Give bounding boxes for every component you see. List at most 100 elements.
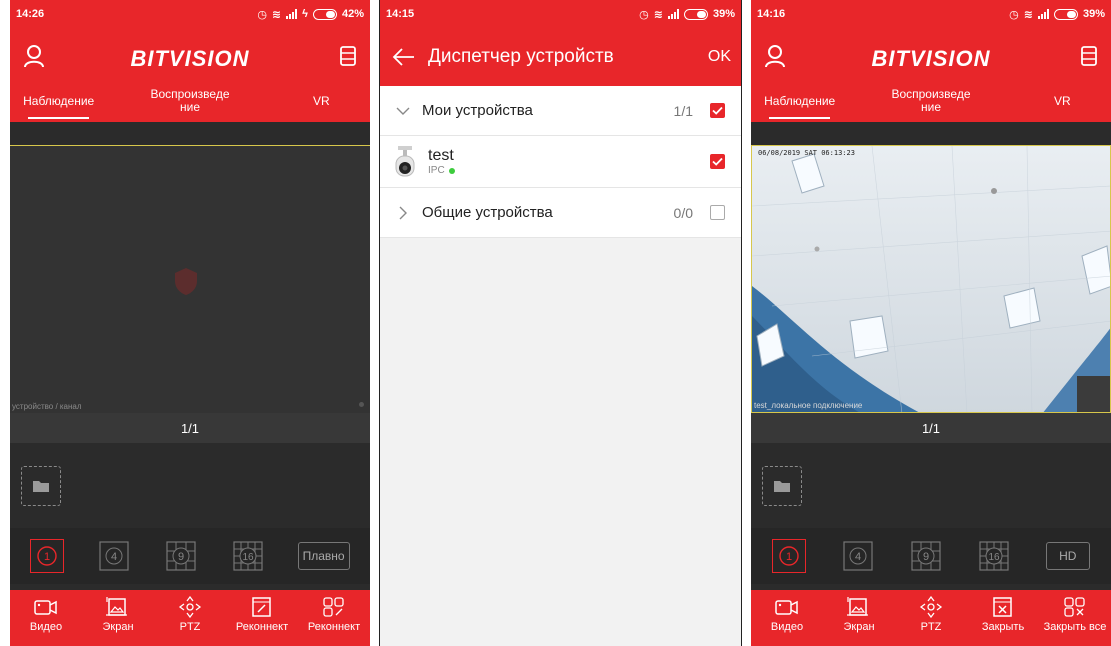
video-icon bbox=[34, 600, 57, 615]
folder-button[interactable] bbox=[21, 466, 61, 506]
ptz-button[interactable]: PTZ bbox=[154, 590, 226, 646]
brand-logo: BITVISION bbox=[130, 46, 250, 71]
close-button[interactable]: Закрыть bbox=[967, 590, 1039, 646]
video-window[interactable]: устройство / канал bbox=[10, 145, 370, 413]
phone-screen-device-manager: 14:15 ◷ ≋ 39% Диспетчер устройств OK Мои… bbox=[379, 0, 742, 646]
app-header: BITVISION Наблюдение Воспроизведе ние VR bbox=[10, 28, 370, 122]
wifi-icon: ≋ bbox=[1023, 8, 1033, 21]
device-name: test bbox=[428, 147, 454, 164]
svg-text:4: 4 bbox=[111, 551, 117, 563]
group-count: 0/0 bbox=[673, 204, 693, 221]
ptz-button[interactable]: PTZ bbox=[895, 590, 967, 646]
close-all-button[interactable]: Закрыть все bbox=[1039, 590, 1111, 646]
layout-16-icon: 16 bbox=[979, 541, 1009, 571]
channel-status-dot bbox=[359, 402, 364, 407]
layout-9-icon: 9 bbox=[166, 541, 196, 571]
device-row[interactable]: test IPC bbox=[380, 136, 741, 188]
video-button[interactable]: Видео bbox=[10, 590, 82, 646]
hd-quality-button[interactable]: HD bbox=[1045, 542, 1090, 570]
group-my-devices[interactable]: Мои устройства 1/1 bbox=[380, 86, 741, 136]
app-header: BITVISION Наблюдение Воспроизведе ние VR bbox=[751, 28, 1111, 122]
tab-bar: Наблюдение Воспроизведе ние VR bbox=[10, 84, 370, 122]
check-icon bbox=[712, 157, 723, 166]
back-arrow-icon[interactable] bbox=[392, 47, 416, 67]
alarm-icon: ◷ bbox=[257, 8, 267, 21]
screenshot-button[interactable]: Экран bbox=[82, 590, 154, 646]
page-title: Диспетчер устройств bbox=[428, 46, 614, 67]
chevron-down-icon[interactable] bbox=[396, 104, 410, 118]
channel-label: test_локальное подключение bbox=[754, 401, 863, 410]
video-button[interactable]: Видео bbox=[751, 590, 823, 646]
device-list-icon[interactable] bbox=[1077, 44, 1101, 68]
group-label: Мои устройства bbox=[422, 102, 533, 119]
tab-live-view[interactable]: Наблюдение bbox=[751, 84, 848, 122]
tab-live-view[interactable]: Наблюдение bbox=[10, 84, 107, 122]
reconnect-all-button[interactable]: Реконнект bbox=[298, 590, 370, 646]
smooth-quality-button[interactable]: Плавно bbox=[297, 542, 350, 570]
status-bar: 14:26 ◷ ≋ ϟ 42% bbox=[10, 0, 370, 28]
phone-screen-live-view-streaming: 14:16 ◷ ≋ 39% BITVISION Наблюдение Воспр… bbox=[751, 0, 1111, 646]
close-all-label: Закрыть все bbox=[1043, 621, 1107, 633]
layout-16-button[interactable]: 16 bbox=[231, 539, 265, 573]
video-window[interactable]: 06/08/2019 SAT 06:13:23 test_локальное п… bbox=[751, 145, 1111, 413]
screenshot-icon bbox=[106, 597, 127, 616]
screenshot-button[interactable]: Экран bbox=[823, 590, 895, 646]
reconnect-button[interactable]: Реконнект bbox=[226, 590, 298, 646]
ptz-label: PTZ bbox=[179, 621, 201, 633]
group-checkbox[interactable] bbox=[710, 205, 725, 220]
layout-9-button[interactable]: 9 bbox=[164, 539, 198, 573]
screenshot-label: Экран bbox=[843, 621, 875, 633]
group-checkbox[interactable] bbox=[710, 103, 725, 118]
device-list-icon[interactable] bbox=[336, 44, 360, 68]
status-time: 14:26 bbox=[16, 8, 45, 20]
folder-icon bbox=[774, 481, 790, 492]
camera-feed-image bbox=[752, 146, 1110, 412]
wifi-icon: ≋ bbox=[271, 8, 282, 21]
ok-button[interactable]: OK bbox=[708, 48, 731, 66]
reconnect-label: Реконнект bbox=[235, 621, 289, 633]
close-label: Закрыть bbox=[981, 621, 1025, 633]
tab-bar: Наблюдение Воспроизведе ние VR bbox=[751, 84, 1111, 122]
status-bar: 14:16 ◷ ≋ 39% bbox=[751, 0, 1111, 28]
charging-icon: ϟ bbox=[302, 8, 308, 20]
ptz-label: PTZ bbox=[920, 621, 942, 633]
layout-9-button[interactable]: 9 bbox=[909, 539, 943, 573]
device-list: Мои устройства 1/1 test IPC Общие устрой… bbox=[380, 86, 741, 238]
svg-text:16: 16 bbox=[989, 552, 1001, 563]
tab-vr[interactable]: VR bbox=[273, 84, 370, 122]
svg-text:1: 1 bbox=[786, 551, 792, 563]
tab-playback[interactable]: Воспроизведе ние bbox=[848, 84, 1013, 122]
screenshot-icon bbox=[847, 597, 868, 616]
chevron-right-icon[interactable] bbox=[396, 206, 410, 220]
bottom-toolbar: Видео Экран PTZ Закрыть Закрыть все bbox=[751, 590, 1111, 646]
layout-1-button[interactable]: 1 bbox=[772, 539, 807, 573]
ptz-icon bbox=[178, 596, 202, 618]
group-count: 1/1 bbox=[673, 102, 693, 119]
bottom-toolbar: Видео Экран PTZ Реконнект Реконнект bbox=[10, 590, 370, 646]
battery-percent: 42% bbox=[341, 8, 364, 20]
check-icon bbox=[712, 106, 723, 115]
tab-vr[interactable]: VR bbox=[1014, 84, 1111, 122]
layout-16-button[interactable]: 16 bbox=[977, 539, 1011, 573]
channel-label: устройство / канал bbox=[12, 402, 82, 411]
layout-16-icon: 16 bbox=[233, 541, 263, 571]
phone-screen-live-view-empty: 14:26 ◷ ≋ ϟ 42% BITVISION Наблюдение Вос… bbox=[10, 0, 370, 646]
folder-button[interactable] bbox=[762, 466, 802, 506]
svg-text:4: 4 bbox=[855, 551, 861, 563]
camera-icon bbox=[395, 145, 415, 176]
layout-4-button[interactable]: 4 bbox=[841, 539, 875, 573]
empty-placeholder-icon bbox=[175, 268, 197, 295]
wifi-icon: ≋ bbox=[653, 8, 663, 21]
page-indicator: 1/1 bbox=[10, 413, 370, 443]
layout-1-icon: 1 bbox=[37, 546, 58, 566]
tab-playback[interactable]: Воспроизведе ние bbox=[107, 84, 272, 122]
device-manager-header: Диспетчер устройств OK bbox=[380, 28, 741, 86]
layout-4-button[interactable]: 4 bbox=[97, 539, 131, 573]
group-shared-devices[interactable]: Общие устройства 0/0 bbox=[380, 188, 741, 238]
layout-1-button[interactable]: 1 bbox=[30, 539, 65, 573]
svg-text:1: 1 bbox=[44, 551, 50, 563]
svg-text:9: 9 bbox=[923, 551, 929, 563]
device-checkbox[interactable] bbox=[710, 154, 725, 169]
close-stream-icon bbox=[993, 597, 1012, 617]
battery-icon bbox=[683, 8, 708, 20]
